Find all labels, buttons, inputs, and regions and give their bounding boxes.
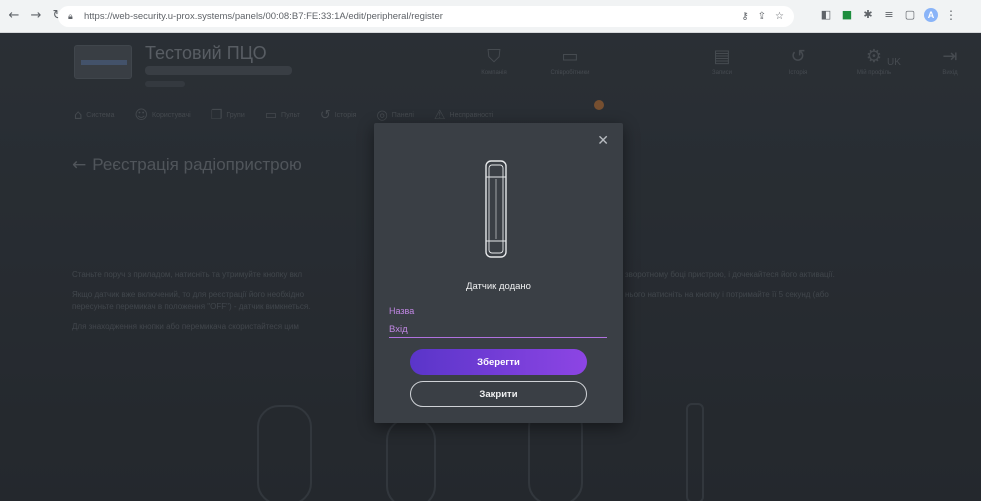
save-button[interactable]: Зберегти bbox=[410, 349, 587, 375]
sensor-device-icon bbox=[485, 160, 507, 258]
playlist-icon[interactable]: ≡ bbox=[882, 8, 896, 22]
name-input[interactable] bbox=[389, 321, 607, 338]
forward-icon[interactable]: → bbox=[28, 8, 44, 24]
key-icon[interactable]: ⚷ bbox=[741, 11, 748, 22]
back-icon[interactable]: ← bbox=[6, 8, 22, 24]
sensor-added-dialog: ✕ Датчик додано Назва Зберегти Закрити bbox=[374, 123, 623, 423]
lock-icon[interactable]: 🔒︎ bbox=[68, 12, 78, 22]
browser-toolbar: ← → ↻ 🔒︎ https://web-security.u-prox.sys… bbox=[0, 0, 981, 33]
extension-icon[interactable]: ◧ bbox=[819, 8, 833, 22]
close-icon[interactable]: ✕ bbox=[597, 133, 609, 149]
browser-menu-icon[interactable]: ⋮ bbox=[945, 8, 957, 22]
address-bar[interactable]: 🔒︎ https://web-security.u-prox.systems/p… bbox=[58, 6, 794, 27]
sidepanel-icon[interactable]: ▢ bbox=[903, 8, 917, 22]
close-button[interactable]: Закрити bbox=[410, 381, 587, 407]
url-text[interactable]: https://web-security.u-prox.systems/pane… bbox=[84, 11, 443, 22]
name-field-label: Назва bbox=[389, 306, 415, 316]
green-extension-icon[interactable]: ■ bbox=[840, 8, 854, 22]
puzzle-icon[interactable]: ✱ bbox=[861, 8, 875, 22]
share-icon[interactable]: ⇪ bbox=[758, 11, 766, 22]
profile-avatar[interactable]: A bbox=[924, 8, 938, 22]
dialog-title: Датчик додано bbox=[466, 281, 531, 292]
star-icon[interactable]: ☆ bbox=[775, 11, 784, 22]
